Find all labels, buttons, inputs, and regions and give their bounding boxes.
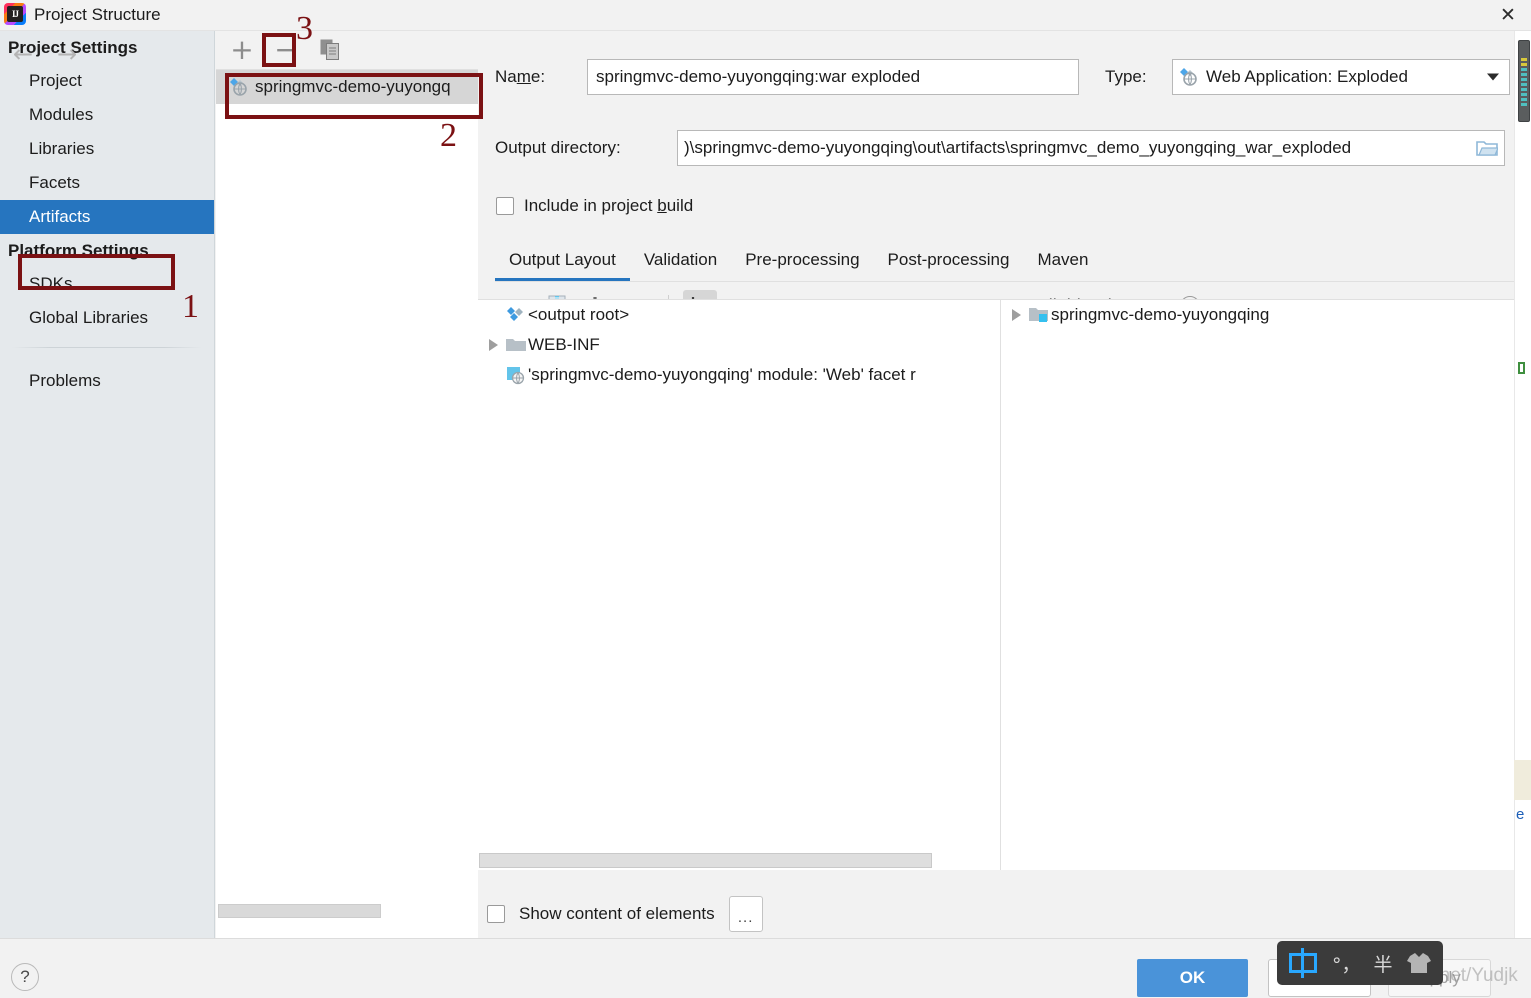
- web-application-exploded-icon: [1180, 68, 1197, 86]
- tab-post-processing[interactable]: Post-processing: [874, 250, 1024, 281]
- tree-row[interactable]: springmvc-demo-yuyongqing: [1001, 300, 1514, 330]
- list-item-label: springmvc-demo-yuyongq: [255, 77, 451, 96]
- output-directory-input[interactable]: )\springmvc-demo-yuyongqing\out\artifact…: [677, 130, 1505, 166]
- tree-row[interactable]: <output root>: [478, 300, 1000, 330]
- ok-button[interactable]: OK: [1137, 959, 1248, 997]
- background-editor-highlight: [1514, 760, 1531, 800]
- sidebar-nav-arrows: ← →: [0, 31, 215, 77]
- tree-expander[interactable]: [1005, 309, 1027, 321]
- background-editor-strip: [1514, 31, 1531, 938]
- output-layout-tree: <output root> WEB-INF 'springmvc-demo-yu…: [478, 299, 1000, 870]
- back-arrow-icon[interactable]: ←: [8, 41, 38, 67]
- copy-artifact-button[interactable]: [316, 36, 344, 64]
- copy-icon: [320, 39, 339, 60]
- artifacts-list-panel: + − springmvc-demo-yuyongq: [216, 31, 478, 938]
- sidebar-item-problems[interactable]: Problems: [0, 364, 214, 398]
- artifacts-toolbar: + −: [216, 31, 478, 69]
- tree-row[interactable]: WEB-INF: [478, 330, 1000, 360]
- sidebar-divider: [12, 347, 202, 348]
- detail-tabs: Output Layout Validation Pre-processing …: [495, 237, 1514, 281]
- output-directory-row: Output directory: )\springmvc-demo-yuyon…: [495, 130, 1505, 166]
- include-in-project-build-row[interactable]: Include in project build: [496, 196, 693, 216]
- forward-arrow-icon[interactable]: →: [52, 41, 82, 67]
- tab-output-layout[interactable]: Output Layout: [495, 250, 630, 281]
- list-item[interactable]: springmvc-demo-yuyongq: [216, 70, 478, 104]
- module-output-icon: [1027, 306, 1051, 324]
- ime-skin-button[interactable]: [1406, 951, 1432, 975]
- close-icon[interactable]: ✕: [1485, 0, 1531, 30]
- show-content-of-elements-checkbox[interactable]: [487, 905, 505, 923]
- tab-validation[interactable]: Validation: [630, 250, 731, 281]
- tree-expander[interactable]: [482, 339, 504, 351]
- tree-row[interactable]: 'springmvc-demo-yuyongqing' module: 'Web…: [478, 360, 1000, 390]
- artifact-type-value: Web Application: Exploded: [1206, 67, 1408, 86]
- browse-folder-icon[interactable]: [1476, 139, 1498, 157]
- web-facet-icon: [504, 365, 528, 385]
- folder-icon: [504, 336, 528, 354]
- chevron-down-icon: [1487, 73, 1499, 81]
- ime-halfwidth-button[interactable]: 半: [1374, 950, 1393, 977]
- sidebar-item-modules[interactable]: Modules: [0, 98, 214, 132]
- show-content-row: Show content of elements ...: [487, 896, 763, 932]
- ime-toolbar[interactable]: °， 半: [1277, 941, 1443, 985]
- include-in-project-build-label: Include in project build: [524, 196, 694, 215]
- artifacts-hscrollbar[interactable]: [216, 902, 478, 920]
- remove-artifact-button[interactable]: −: [272, 36, 300, 64]
- show-content-of-elements-label: Show content of elements: [519, 904, 715, 923]
- help-button[interactable]: ?: [11, 963, 39, 991]
- sidebar-item-sdks[interactable]: SDKs: [0, 267, 214, 301]
- artifact-type-select[interactable]: Web Application: Exploded: [1172, 59, 1510, 95]
- intellij-idea-logo-text: IJ: [11, 9, 19, 19]
- tree-row-label: 'springmvc-demo-yuyongqing' module: 'Web…: [528, 365, 916, 384]
- sidebar-item-facets[interactable]: Facets: [0, 166, 214, 200]
- name-label: Name:: [495, 67, 546, 86]
- sidebar-section-platform-settings: Platform Settings: [8, 240, 149, 260]
- output-layout-hscrollbar-thumb[interactable]: [479, 853, 932, 868]
- window-title: Project Structure: [34, 5, 161, 24]
- more-options-button[interactable]: ...: [728, 896, 763, 932]
- name-input[interactable]: springmvc-demo-yuyongqing:war exploded: [587, 59, 1079, 95]
- settings-sidebar: ← → Project Settings Project Modules Lib…: [0, 31, 215, 938]
- sidebar-item-libraries[interactable]: Libraries: [0, 132, 214, 166]
- artifact-root-icon: [504, 306, 528, 324]
- title-bar: IJ Project Structure ✕: [0, 0, 1531, 30]
- tree-row-label: springmvc-demo-yuyongqing: [1051, 305, 1270, 324]
- include-in-project-build-checkbox[interactable]: [496, 197, 514, 215]
- name-type-row: Name: springmvc-demo-yuyongqing:war expl…: [495, 59, 1510, 95]
- background-editor-markers: [1521, 58, 1527, 114]
- output-layout-hscrollbar[interactable]: [478, 852, 1000, 870]
- intellij-idea-logo-icon: IJ: [4, 3, 26, 25]
- artifacts-hscrollbar-thumb[interactable]: [218, 904, 381, 918]
- background-editor-blue-text: e: [1516, 806, 1525, 823]
- output-directory-label: Output directory:: [495, 138, 621, 157]
- exploded-war-artifact-icon: [230, 78, 247, 96]
- shirt-icon: [1406, 953, 1431, 973]
- sidebar-item-global-libraries[interactable]: Global Libraries: [0, 301, 214, 335]
- artifacts-list: springmvc-demo-yuyongq: [216, 70, 478, 920]
- project-structure-dialog: IJ Project Structure ✕ ← → Project Setti…: [0, 0, 1531, 998]
- tab-pre-processing[interactable]: Pre-processing: [731, 250, 873, 281]
- tab-maven[interactable]: Maven: [1023, 250, 1102, 281]
- name-input-value: springmvc-demo-yuyongqing:war exploded: [596, 67, 921, 86]
- ime-chinese-mode-icon[interactable]: [1287, 948, 1319, 978]
- background-editor-green-marker: [1518, 362, 1525, 374]
- add-artifact-button[interactable]: +: [228, 36, 256, 64]
- available-elements-tree: springmvc-demo-yuyongqing: [1000, 299, 1514, 870]
- sidebar-item-artifacts[interactable]: Artifacts: [0, 200, 214, 234]
- tree-row-label: <output root>: [528, 305, 630, 324]
- tree-row-label: WEB-INF: [528, 335, 600, 354]
- type-label: Type:: [1105, 67, 1147, 86]
- output-directory-value: )\springmvc-demo-yuyongqing\out\artifact…: [684, 138, 1352, 157]
- ime-punctuation-button[interactable]: °，: [1332, 950, 1361, 977]
